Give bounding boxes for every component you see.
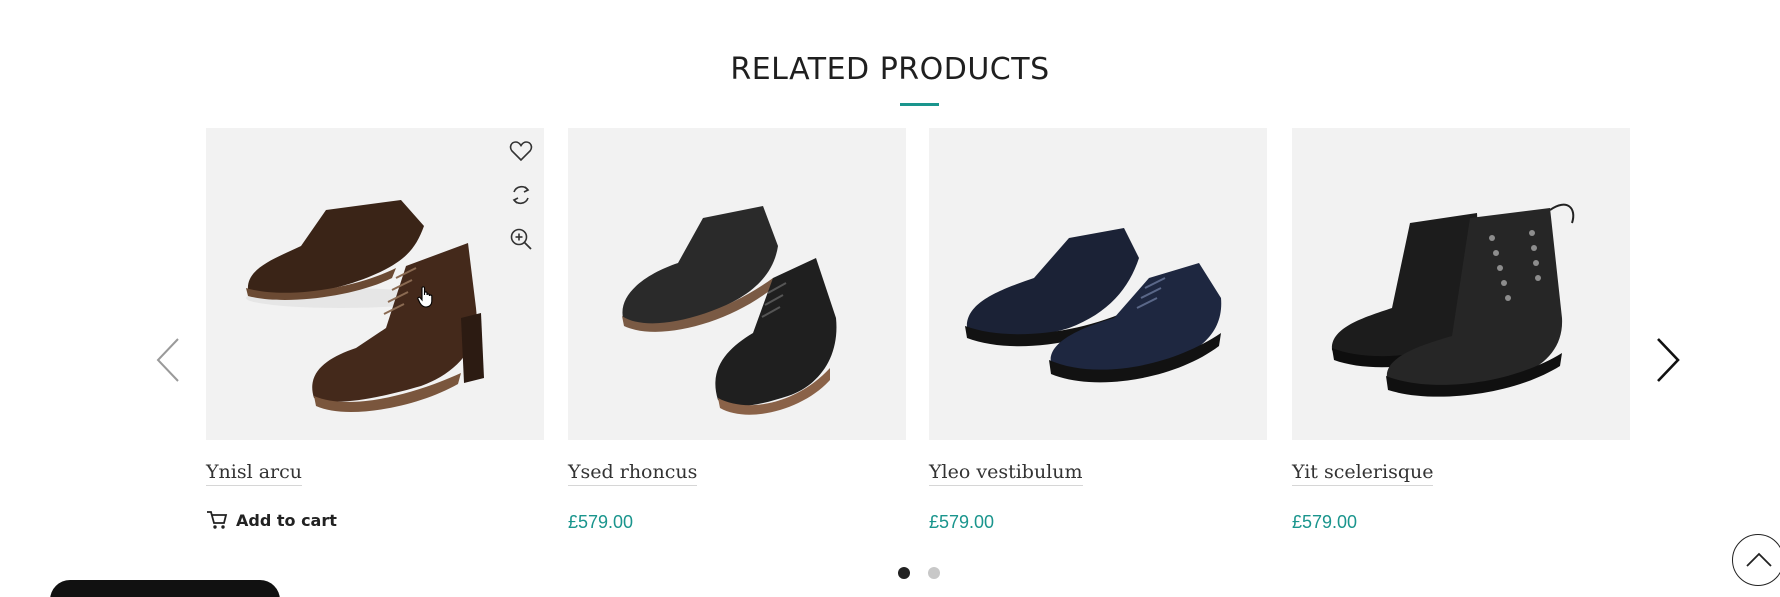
- carousel-prev-button[interactable]: [154, 335, 184, 385]
- pagination-dot-1[interactable]: [898, 567, 910, 579]
- product-name[interactable]: Ysed rhoncus: [568, 461, 698, 486]
- product-card[interactable]: Ynisl arcu Add to cart: [206, 128, 544, 530]
- navy-oxford-shoe-image: [965, 228, 1222, 383]
- product-price: £579.00: [1292, 512, 1358, 532]
- product-card[interactable]: Ysed rhoncus £579.00: [568, 128, 906, 533]
- add-to-cart-button[interactable]: Add to cart: [206, 510, 544, 530]
- hand-cursor-icon: [417, 286, 433, 308]
- zoom-in-icon[interactable]: [508, 226, 534, 252]
- carousel-pagination: [898, 567, 940, 579]
- chat-widget-button[interactable]: [50, 580, 280, 597]
- black-chukka-boot-image: [622, 206, 837, 415]
- product-price: £579.00: [929, 512, 995, 532]
- product-image[interactable]: [929, 128, 1267, 440]
- heart-icon[interactable]: [508, 138, 534, 164]
- compare-icon[interactable]: [508, 182, 534, 208]
- product-card[interactable]: Yleo vestibulum £579.00: [929, 128, 1267, 533]
- product-image[interactable]: [568, 128, 906, 440]
- product-hover-actions: [508, 138, 534, 252]
- pagination-dot-2[interactable]: [928, 567, 940, 579]
- product-price: £579.00: [568, 512, 634, 532]
- add-to-cart-label: Add to cart: [236, 510, 337, 530]
- product-name[interactable]: Yleo vestibulum: [929, 461, 1083, 486]
- product-image[interactable]: [1292, 128, 1630, 440]
- product-name[interactable]: Yit scelerisque: [1292, 461, 1434, 486]
- product-image[interactable]: [206, 128, 544, 440]
- product-name[interactable]: Ynisl arcu: [206, 461, 303, 486]
- chevron-right-icon: [1657, 338, 1680, 382]
- back-to-top-button[interactable]: [1732, 534, 1780, 586]
- carousel-next-button[interactable]: [1652, 335, 1682, 385]
- cart-icon: [207, 511, 228, 529]
- page-title: RELATED PRODUCTS: [730, 52, 1050, 87]
- chevron-up-icon: [1746, 552, 1772, 567]
- chevron-left-icon: [156, 338, 179, 382]
- brown-chukka-boot-image: [246, 200, 484, 412]
- product-card[interactable]: Yit scelerisque £579.00: [1292, 128, 1630, 533]
- black-lace-up-boot-image: [1331, 203, 1575, 397]
- title-underline: [900, 103, 939, 106]
